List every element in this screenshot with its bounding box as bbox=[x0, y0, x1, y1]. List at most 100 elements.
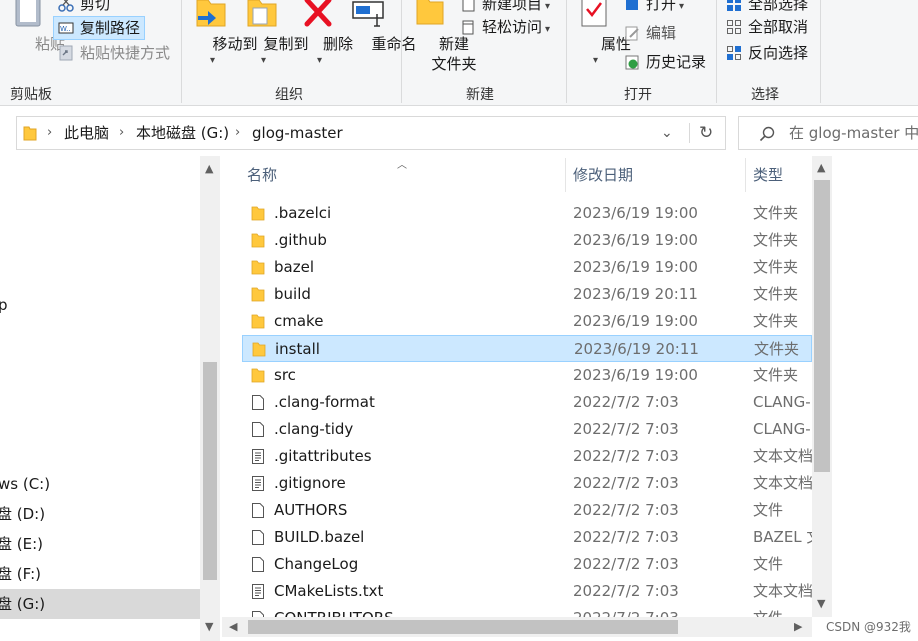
move-to-button[interactable]: 移动到 ▾ bbox=[187, 0, 258, 66]
column-header-name[interactable]: 名称 bbox=[247, 156, 277, 194]
watermark: CSDN @932我 bbox=[826, 620, 911, 634]
file-row[interactable]: CMakeLists.txt 2022/7/2 7:03 文本文档 bbox=[242, 578, 813, 605]
folder-icon bbox=[251, 206, 265, 221]
file-list-scrollbar-thumb[interactable] bbox=[814, 180, 830, 472]
file-row[interactable]: .clang-tidy 2022/7/2 7:03 CLANG- bbox=[242, 416, 812, 443]
scroll-up-arrow[interactable]: ▲ bbox=[205, 162, 213, 175]
file-name: CMakeLists.txt bbox=[274, 582, 384, 600]
file-name: install bbox=[275, 340, 320, 358]
file-date: 2023/6/19 19:00 bbox=[573, 312, 698, 330]
select-group-label: 选择 bbox=[751, 87, 779, 103]
folder-icon bbox=[251, 287, 265, 302]
nav-scrollbar[interactable]: ▲ ▼ bbox=[200, 156, 220, 641]
file-row[interactable]: AUTHORS 2022/7/2 7:03 文件 bbox=[242, 497, 812, 524]
chevron-right-icon[interactable]: › bbox=[119, 117, 124, 149]
paste-icon bbox=[15, 0, 41, 27]
column-header-type[interactable]: 类型 bbox=[753, 156, 783, 194]
breadcrumb-glog-master[interactable]: glog-master bbox=[252, 117, 343, 149]
file-row[interactable]: BUILD.bazel 2022/7/2 7:03 BAZEL 文 bbox=[242, 524, 821, 551]
edit-button[interactable]: 编辑 bbox=[620, 22, 676, 44]
file-row[interactable]: cmake 2023/6/19 19:00 文件夹 bbox=[242, 308, 812, 335]
history-dropdown-icon[interactable]: ⌄ bbox=[661, 117, 673, 149]
paste-button[interactable]: 粘贴 bbox=[6, 0, 65, 62]
scroll-down-arrow[interactable]: ▼ bbox=[205, 620, 213, 633]
column-divider[interactable] bbox=[565, 158, 566, 192]
new-item-icon bbox=[462, 0, 475, 12]
file-date: 2022/7/2 7:03 bbox=[573, 501, 679, 519]
invert-selection-icon bbox=[727, 46, 741, 60]
file-row[interactable]: .gitignore 2022/7/2 7:03 文本文档 bbox=[242, 470, 813, 497]
file-name: .bazelci bbox=[274, 204, 332, 222]
paste-shortcut-button[interactable]: 粘贴快捷方式 bbox=[54, 42, 170, 64]
refresh-icon[interactable]: ↻ bbox=[699, 117, 713, 149]
scroll-down-arrow[interactable]: ▼ bbox=[817, 597, 825, 610]
select-all-button[interactable]: 全部选择 bbox=[722, 0, 808, 15]
history-button[interactable]: 历史记录 bbox=[620, 51, 706, 73]
cut-button[interactable]: 剪切 bbox=[54, 0, 110, 15]
delete-button[interactable]: 删除 ▾ bbox=[298, 0, 353, 66]
new-item-button[interactable]: 新建项目 ▾ bbox=[456, 0, 550, 15]
breadcrumb-drive-g[interactable]: 本地磁盘 (G:) bbox=[136, 117, 229, 149]
file-row[interactable]: .clang-format 2022/7/2 7:03 CLANG- bbox=[242, 389, 812, 416]
nav-item-drive-g[interactable]: 盘 (G:) bbox=[0, 589, 200, 619]
new-folder-button[interactable]: 新建 文件夹 bbox=[406, 0, 477, 76]
file-icon bbox=[252, 530, 264, 545]
column-divider[interactable] bbox=[745, 158, 746, 192]
invert-selection-button[interactable]: 反向选择 bbox=[722, 42, 808, 64]
file-row-selected[interactable]: install 2023/6/19 20:11 文件夹 bbox=[242, 335, 812, 362]
file-date: 2023/6/19 19:00 bbox=[573, 258, 698, 276]
scroll-right-arrow[interactable]: ▶ bbox=[794, 620, 802, 633]
nav-item-drive-f[interactable]: 盘 (F:) bbox=[0, 559, 41, 589]
file-date: 2022/7/2 7:03 bbox=[573, 555, 679, 573]
address-bar[interactable]: › 此电脑 › 本地磁盘 (G:) › glog-master ⌄ ↻ bbox=[16, 116, 726, 150]
file-date: 2023/6/19 19:00 bbox=[573, 366, 698, 384]
nav-item-drive-c[interactable]: ws (C:) bbox=[0, 469, 50, 499]
edit-label: 编辑 bbox=[646, 24, 677, 42]
file-row[interactable]: src 2023/6/19 19:00 文件夹 bbox=[242, 362, 812, 389]
nav-scrollbar-thumb[interactable] bbox=[203, 362, 217, 580]
scroll-left-arrow[interactable]: ◀ bbox=[229, 620, 237, 633]
file-row[interactable]: .bazelci 2023/6/19 19:00 文件夹 bbox=[242, 200, 812, 227]
column-header-date[interactable]: 修改日期 bbox=[573, 156, 633, 194]
file-row[interactable]: bazel 2023/6/19 19:00 文件夹 bbox=[242, 254, 812, 281]
edit-icon bbox=[625, 26, 639, 41]
chevron-right-icon[interactable]: › bbox=[47, 117, 52, 149]
scroll-up-arrow[interactable]: ▲ bbox=[817, 161, 825, 174]
copy-to-button[interactable]: 复制到 ▾ bbox=[238, 0, 309, 66]
file-row[interactable]: .gitattributes 2022/7/2 7:03 文本文档 bbox=[242, 443, 813, 470]
navigation-pane: ' p ws (C:) 盘 (D:) 盘 (E:) 盘 (F:) 盘 (G:) … bbox=[0, 156, 220, 641]
file-list-hscrollbar[interactable]: ◀ ▶ bbox=[222, 617, 812, 637]
chevron-right-icon[interactable]: › bbox=[235, 117, 240, 149]
file-name: ChangeLog bbox=[274, 555, 359, 573]
file-date: 2023/6/19 20:11 bbox=[573, 285, 698, 303]
nav-item-drive-e[interactable]: 盘 (E:) bbox=[0, 529, 43, 559]
select-none-button[interactable]: 全部取消 bbox=[722, 16, 808, 38]
ribbon-separator bbox=[566, 0, 567, 103]
file-row[interactable]: build 2023/6/19 20:11 文件夹 bbox=[242, 281, 812, 308]
file-date: 2022/7/2 7:03 bbox=[573, 393, 679, 411]
easy-access-button[interactable]: 轻松访问 ▾ bbox=[456, 16, 550, 38]
folder-icon bbox=[251, 260, 265, 275]
delete-icon bbox=[304, 0, 332, 27]
nav-item[interactable]: p bbox=[0, 290, 8, 320]
file-row[interactable]: .github 2023/6/19 19:00 文件夹 bbox=[242, 227, 812, 254]
search-icon bbox=[759, 126, 775, 142]
svg-text:W..: W.. bbox=[60, 25, 71, 33]
file-list-scrollbar[interactable]: ▲ ▼ bbox=[812, 156, 832, 617]
search-placeholder: 在 glog-master 中 bbox=[789, 124, 918, 142]
rename-button[interactable]: 重命名 bbox=[344, 0, 417, 62]
properties-button[interactable]: 属性 ▾ bbox=[572, 0, 631, 66]
new-folder-label-line2: 文件夹 bbox=[431, 55, 477, 73]
nav-item-drive-d[interactable]: 盘 (D:) bbox=[0, 499, 45, 529]
history-icon bbox=[625, 55, 639, 70]
search-box[interactable]: 在 glog-master 中 bbox=[738, 116, 918, 150]
open-button[interactable]: 打开 ▾ bbox=[620, 0, 684, 15]
copy-path-button[interactable]: W.. 复制路径 bbox=[53, 16, 145, 40]
open-group-label: 打开 bbox=[624, 87, 652, 103]
file-list-hscrollbar-thumb[interactable] bbox=[248, 620, 678, 634]
history-label: 历史记录 bbox=[646, 53, 707, 71]
file-name: build bbox=[274, 285, 311, 303]
breadcrumb-this-pc[interactable]: 此电脑 bbox=[64, 117, 109, 149]
file-name: src bbox=[274, 366, 296, 384]
file-row[interactable]: ChangeLog 2022/7/2 7:03 文件 bbox=[242, 551, 812, 578]
